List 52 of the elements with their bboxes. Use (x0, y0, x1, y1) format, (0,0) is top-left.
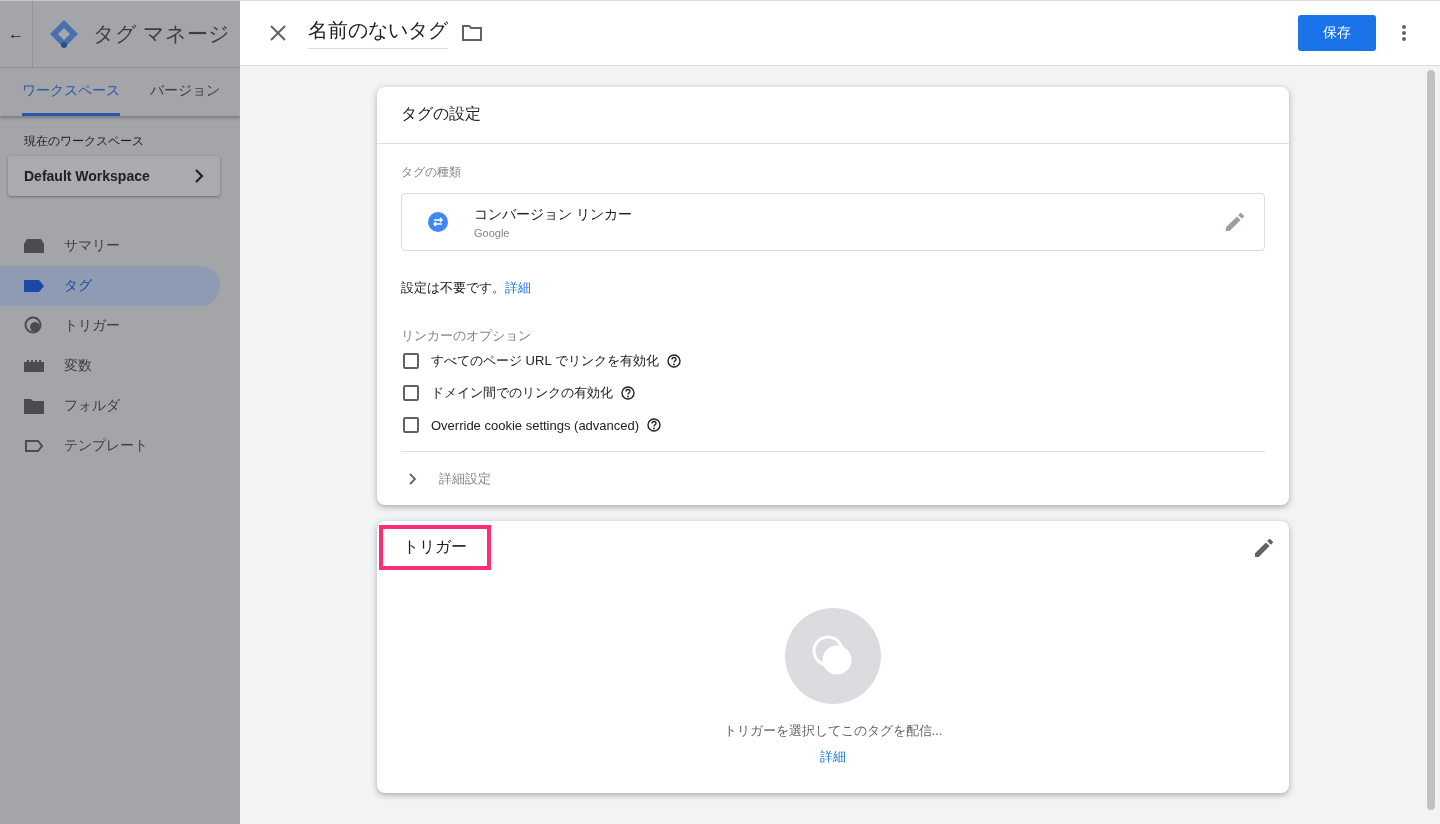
nav-tab[interactable]: ワークスペース (22, 68, 120, 116)
checkbox-label: ドメイン間でのリンクの有効化 (431, 384, 613, 402)
workspace-selector[interactable]: Default Workspace (8, 156, 220, 196)
card-title: トリガー (379, 525, 491, 570)
note-text: 設定は不要です。詳細 (401, 279, 532, 297)
circles-icon (24, 316, 44, 336)
chevron-icon (409, 472, 417, 485)
tag-type-vendor: Google (474, 226, 511, 239)
close-icon (270, 25, 286, 41)
tag-name-field[interactable]: 名前のないタグ (308, 17, 448, 49)
folder-outline-icon[interactable] (462, 25, 482, 41)
diamond-logo-icon (49, 19, 79, 49)
tray-icon (24, 239, 44, 253)
sidebar-item[interactable]: フォルダ (0, 386, 220, 426)
checkbox-label: Override cookie settings (advanced) (431, 417, 640, 433)
sidebar-item[interactable]: タグ (0, 266, 220, 306)
sidebar-item[interactable]: 変数 (0, 346, 220, 386)
nav-tab[interactable]: バージョン (150, 68, 220, 116)
swap-arrows-icon (428, 212, 448, 232)
save-button[interactable]: 保存 (1298, 15, 1376, 51)
help-icon[interactable] (647, 418, 662, 432)
label-icon (24, 280, 44, 292)
pencil-icon[interactable] (1255, 538, 1273, 557)
scrollbar-thumb[interactable] (1427, 70, 1435, 810)
tag-type-name: コンバージョン リンカー (474, 205, 633, 224)
back-button[interactable]: ← (0, 1, 33, 67)
empty-state-text: トリガーを選択してこのタグを配信... (723, 722, 943, 740)
section-label: リンカーのオプション (401, 327, 532, 345)
pencil-icon (1226, 213, 1244, 231)
details-link[interactable]: 詳細 (820, 748, 846, 766)
blocks-icon (24, 360, 44, 372)
help-icon[interactable] (666, 354, 681, 368)
circles-icon (785, 608, 881, 704)
more-vertical-icon[interactable] (1402, 25, 1406, 41)
chevron-right-icon (194, 169, 204, 183)
workspace-label: 現在のワークスペース (24, 133, 145, 150)
checkbox[interactable] (403, 385, 419, 401)
sidebar-item[interactable]: トリガー (0, 306, 220, 346)
details-link[interactable]: 詳細 (505, 280, 531, 295)
card-title: タグの設定 (377, 87, 1289, 144)
checkbox[interactable] (403, 353, 419, 369)
advanced-settings-toggle[interactable]: 詳細設定 (401, 451, 1265, 505)
help-icon[interactable] (621, 386, 635, 400)
folder-icon (24, 398, 44, 414)
label-outline-icon (24, 440, 44, 452)
sidebar-item[interactable]: サマリー (0, 226, 220, 266)
field-label: タグの種類 (401, 164, 462, 181)
tag-type-selector[interactable]: コンバージョン リンカー Google (401, 193, 1265, 251)
checkbox[interactable] (403, 417, 419, 433)
sidebar-item[interactable]: テンプレート (0, 426, 220, 466)
app-title: タグ マネージ (93, 21, 230, 47)
checkbox-label: すべてのページ URL でリンクを有効化 (431, 352, 659, 370)
